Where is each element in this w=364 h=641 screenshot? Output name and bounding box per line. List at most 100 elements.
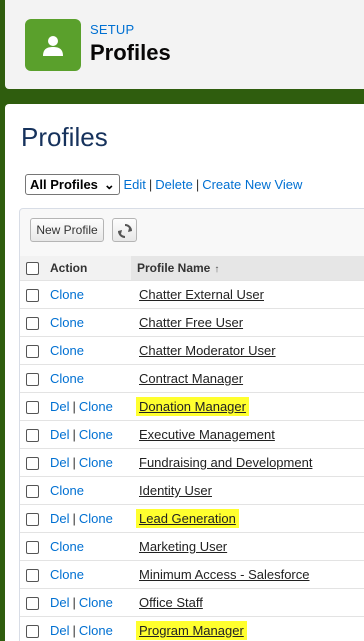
row-action-cell: Clone: [45, 308, 131, 337]
profile-name-link[interactable]: Marketing User: [136, 537, 230, 556]
select-all-cell: [20, 256, 45, 281]
clone-link[interactable]: Clone: [79, 455, 113, 470]
select-all-checkbox[interactable]: [26, 262, 39, 276]
chevron-down-icon: ⌄: [103, 177, 115, 192]
row-checkbox[interactable]: [26, 485, 39, 499]
profile-name-link[interactable]: Chatter Free User: [136, 313, 246, 332]
create-view-link[interactable]: Create New View: [202, 177, 302, 192]
profile-name-cell: Office Staff: [131, 588, 364, 617]
separator: |: [72, 455, 76, 470]
row-action-cell: Clone: [45, 532, 131, 561]
clone-link[interactable]: Clone: [79, 427, 113, 442]
row-checkbox[interactable]: [26, 513, 39, 527]
profile-name-link[interactable]: Contract Manager: [136, 369, 246, 388]
del-link[interactable]: Del: [50, 455, 70, 470]
separator: |: [72, 595, 76, 610]
table-row: Del | Clone Executive Management: [20, 420, 364, 449]
row-checkbox-cell: [20, 420, 45, 449]
separator: |: [148, 177, 153, 192]
profile-name-link[interactable]: Program Manager: [136, 621, 247, 640]
profile-name-cell: Donation Manager: [131, 392, 364, 421]
profile-name-link[interactable]: Minimum Access - Salesforce: [136, 565, 313, 584]
clone-link[interactable]: Clone: [50, 539, 84, 554]
del-link[interactable]: Del: [50, 623, 70, 638]
refresh-icon: [118, 224, 132, 238]
row-checkbox[interactable]: [26, 373, 39, 387]
profiles-table: Action Profile Name ↑ Clone Chatter Extern…: [20, 256, 364, 641]
table-row: Del | Clone Donation Manager: [20, 392, 364, 421]
row-checkbox[interactable]: [26, 541, 39, 555]
clone-link[interactable]: Clone: [50, 315, 84, 330]
clone-link[interactable]: Clone: [50, 287, 84, 302]
page-title: Profiles: [21, 122, 108, 152]
table-header-row: Action Profile Name ↑: [20, 256, 364, 281]
table-row: Clone Minimum Access - Salesforce: [20, 560, 364, 589]
new-profile-button[interactable]: New Profile: [30, 218, 104, 242]
profile-name-cell: Lead Generation: [131, 504, 364, 533]
row-action-cell: Del | Clone: [45, 616, 131, 641]
del-link[interactable]: Del: [50, 427, 70, 442]
profile-name-cell: Executive Management: [131, 420, 364, 449]
profile-name-header[interactable]: Profile Name ↑: [131, 256, 364, 281]
row-checkbox-cell: [20, 364, 45, 393]
del-link[interactable]: Del: [50, 595, 70, 610]
edit-view-link[interactable]: Edit: [123, 177, 145, 192]
row-checkbox-cell: [20, 448, 45, 477]
row-checkbox[interactable]: [26, 317, 39, 331]
row-action-cell: Del | Clone: [45, 504, 131, 533]
row-checkbox-cell: [20, 392, 45, 421]
profile-name-link[interactable]: Lead Generation: [136, 509, 239, 528]
row-checkbox-cell: [20, 560, 45, 589]
action-header: Action: [45, 256, 131, 281]
profile-name-cell: Program Manager: [131, 616, 364, 641]
table-row: Clone Marketing User: [20, 532, 364, 561]
profile-name-link[interactable]: Chatter External User: [136, 285, 267, 304]
view-select[interactable]: All Profiles ⌄: [25, 174, 120, 195]
view-select-value: All Profiles: [30, 177, 98, 192]
row-action-cell: Del | Clone: [45, 392, 131, 421]
profile-name-header-label: Profile Name: [137, 261, 211, 275]
del-link[interactable]: Del: [50, 511, 70, 526]
row-checkbox[interactable]: [26, 289, 39, 303]
row-action-cell: Clone: [45, 280, 131, 309]
refresh-button[interactable]: [112, 218, 137, 242]
row-checkbox-cell: [20, 532, 45, 561]
profile-name-link[interactable]: Chatter Moderator User: [136, 341, 279, 360]
clone-link[interactable]: Clone: [50, 483, 84, 498]
profile-name-cell: Contract Manager: [131, 364, 364, 393]
clone-link[interactable]: Clone: [79, 399, 113, 414]
profile-name-cell: Chatter External User: [131, 280, 364, 309]
clone-link[interactable]: Clone: [50, 343, 84, 358]
row-checkbox-cell: [20, 504, 45, 533]
row-checkbox-cell: [20, 308, 45, 337]
page: SETUP Profiles Profiles All Profiles ⌄ Ed…: [0, 0, 364, 641]
clone-link[interactable]: Clone: [50, 371, 84, 386]
row-checkbox[interactable]: [26, 625, 39, 639]
row-checkbox-cell: [20, 476, 45, 505]
row-action-cell: Clone: [45, 476, 131, 505]
clone-link[interactable]: Clone: [79, 511, 113, 526]
profile-name-link[interactable]: Donation Manager: [136, 397, 249, 416]
profile-name-cell: Fundraising and Development: [131, 448, 364, 477]
setup-title: Profiles: [90, 40, 171, 65]
row-checkbox[interactable]: [26, 457, 39, 471]
profile-name-link[interactable]: Executive Management: [136, 425, 278, 444]
row-checkbox[interactable]: [26, 429, 39, 443]
row-checkbox-cell: [20, 588, 45, 617]
sort-ascending-icon: ↑: [214, 264, 220, 275]
separator: |: [72, 427, 76, 442]
profile-name-link[interactable]: Fundraising and Development: [136, 453, 315, 472]
clone-link[interactable]: Clone: [50, 567, 84, 582]
clone-link[interactable]: Clone: [79, 623, 113, 638]
row-checkbox[interactable]: [26, 345, 39, 359]
profile-name-link[interactable]: Identity User: [136, 481, 215, 500]
clone-link[interactable]: Clone: [79, 595, 113, 610]
row-checkbox[interactable]: [26, 569, 39, 583]
del-link[interactable]: Del: [50, 399, 70, 414]
delete-view-link[interactable]: Delete: [155, 177, 193, 192]
setup-header: SETUP Profiles: [5, 0, 364, 89]
row-checkbox-cell: [20, 336, 45, 365]
row-checkbox[interactable]: [26, 401, 39, 415]
profile-name-link[interactable]: Office Staff: [136, 593, 206, 612]
row-checkbox[interactable]: [26, 597, 39, 611]
